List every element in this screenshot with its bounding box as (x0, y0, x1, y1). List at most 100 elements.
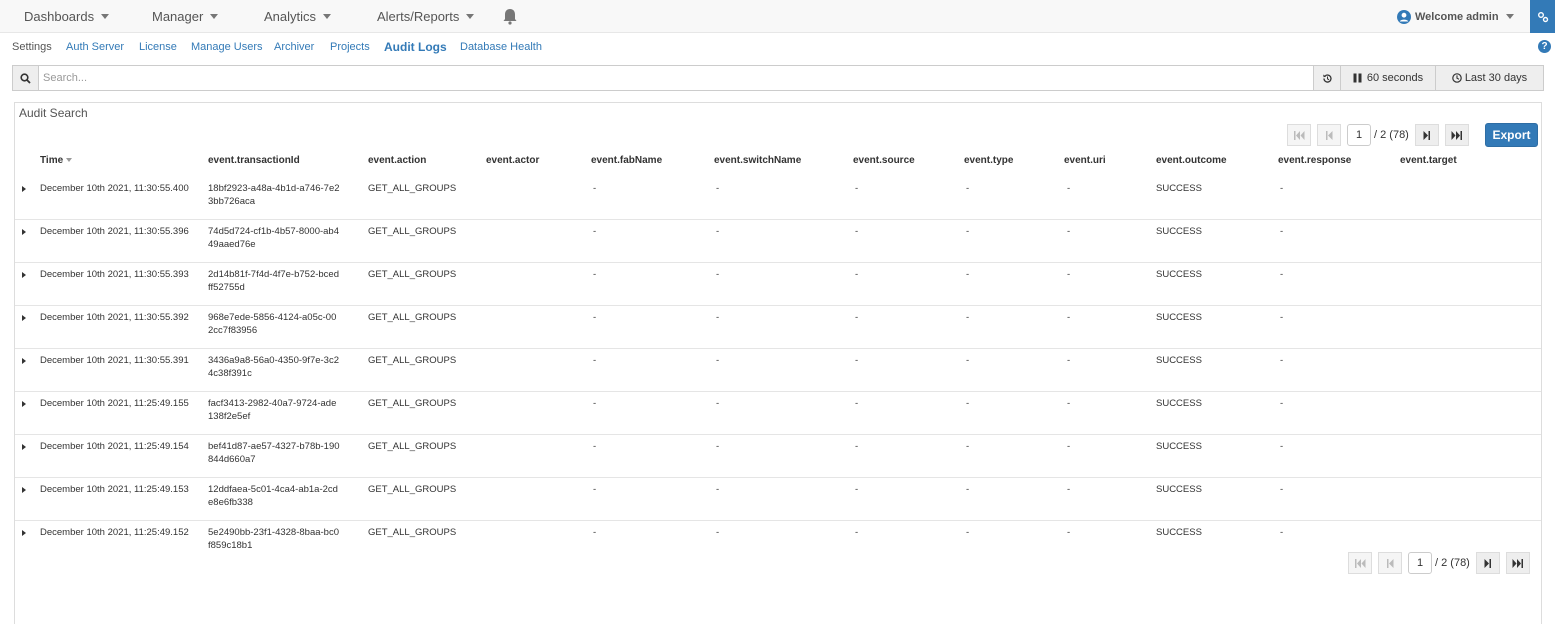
col-fab-name[interactable]: event.fabName (591, 155, 662, 166)
subnav-audit-logs[interactable]: Audit Logs (384, 40, 447, 54)
cell-type: - (966, 484, 970, 495)
menu-analytics[interactable]: Analytics (264, 0, 332, 33)
next-page-button-bottom[interactable] (1475, 552, 1500, 574)
cell-transaction-id: 74d5d724-cf1b-4b57-8000-ab449aaed76e (208, 226, 339, 250)
col-outcome[interactable]: event.outcome (1156, 155, 1227, 166)
cell-fab-name: - (593, 312, 597, 323)
table-row[interactable]: December 10th 2021, 11:30:55.396 74d5d724… (15, 220, 1541, 263)
menu-alerts-label: Alerts/Reports (377, 9, 460, 24)
expand-row-icon[interactable] (22, 358, 26, 364)
expand-row-icon[interactable] (22, 315, 26, 321)
cell-type: - (966, 312, 970, 323)
col-target[interactable]: event.target (1400, 155, 1457, 166)
menu-dashboards[interactable]: Dashboards (24, 0, 110, 33)
export-button[interactable]: Export (1485, 123, 1538, 147)
help-icon[interactable]: ? (1538, 40, 1551, 53)
settings-corner-button[interactable] (1530, 0, 1555, 33)
cell-transaction-id: 968e7ede-5856-4124-a05c-002cc7f83956 (208, 312, 337, 336)
search-icon (20, 72, 31, 84)
subnav-auth-server[interactable]: Auth Server (66, 41, 124, 53)
subnav-database-health[interactable]: Database Health (460, 41, 542, 53)
cell-response: - (1280, 484, 1284, 495)
cell-type: - (966, 527, 970, 538)
cell-outcome: SUCCESS (1156, 441, 1202, 452)
cell-action: GET_ALL_GROUPS (368, 398, 457, 409)
table-row[interactable]: December 10th 2021, 11:30:55.393 2d14b81f… (15, 263, 1541, 306)
cell-uri: - (1067, 527, 1071, 538)
cell-action: GET_ALL_GROUPS (368, 226, 457, 237)
time-range-button[interactable]: Last 30 days (1435, 66, 1543, 90)
table-row[interactable]: December 10th 2021, 11:25:49.152 5e2490bb… (15, 521, 1541, 548)
last-page-icon (1451, 130, 1463, 140)
expand-row-icon[interactable] (22, 229, 26, 235)
table-row[interactable]: December 10th 2021, 11:25:49.153 12ddfaea… (15, 478, 1541, 521)
table-row[interactable]: December 10th 2021, 11:25:49.155 facf3413… (15, 392, 1541, 435)
cell-source: - (855, 355, 859, 366)
subnav-archiver[interactable]: Archiver (274, 41, 314, 53)
cell-time: December 10th 2021, 11:30:55.392 (40, 312, 189, 323)
cell-fab-name: - (593, 441, 597, 452)
col-actor[interactable]: event.actor (486, 155, 539, 166)
expand-row-icon[interactable] (22, 401, 26, 407)
expand-row-icon[interactable] (22, 186, 26, 192)
refresh-interval-button[interactable]: 60 seconds (1340, 66, 1435, 90)
first-page-button[interactable] (1287, 124, 1311, 146)
user-menu[interactable]: Welcome admin (1397, 0, 1514, 33)
last-page-button[interactable] (1444, 124, 1469, 146)
expand-row-icon[interactable] (22, 530, 26, 536)
col-type[interactable]: event.type (964, 155, 1013, 166)
cell-action: GET_ALL_GROUPS (368, 355, 457, 366)
cell-outcome: SUCCESS (1156, 484, 1202, 495)
bell-icon[interactable] (502, 8, 518, 25)
col-switch-name[interactable]: event.switchName (714, 155, 801, 166)
pause-icon (1353, 73, 1362, 83)
cell-response: - (1280, 441, 1284, 452)
table-body: December 10th 2021, 11:30:55.400 18bf2923… (15, 177, 1541, 548)
col-time[interactable]: Time (40, 155, 73, 166)
cell-action: GET_ALL_GROUPS (368, 484, 457, 495)
col-response[interactable]: event.response (1278, 155, 1351, 166)
col-source[interactable]: event.source (853, 155, 915, 166)
cell-time: December 10th 2021, 11:25:49.154 (40, 441, 189, 452)
table-row[interactable]: December 10th 2021, 11:30:55.400 18bf2923… (15, 177, 1541, 220)
search-bar: 60 seconds Last 30 days (12, 65, 1544, 91)
menu-manager[interactable]: Manager (152, 0, 219, 33)
chevron-down-icon (101, 14, 110, 19)
table-row[interactable]: December 10th 2021, 11:30:55.392 968e7ede… (15, 306, 1541, 349)
subnav-projects[interactable]: Projects (330, 41, 370, 53)
col-action[interactable]: event.action (368, 155, 426, 166)
gear-icon (1537, 11, 1548, 22)
cell-outcome: SUCCESS (1156, 398, 1202, 409)
expand-row-icon[interactable] (22, 444, 26, 450)
cell-response: - (1280, 226, 1284, 237)
first-page-icon (1293, 130, 1304, 140)
first-page-icon (1354, 558, 1365, 568)
col-uri[interactable]: event.uri (1064, 155, 1106, 166)
cell-transaction-id: facf3413-2982-40a7-9724-ade138f2e5ef (208, 398, 337, 422)
refresh-history-button[interactable] (1313, 66, 1340, 90)
time-range-label: Last 30 days (1464, 72, 1528, 84)
cell-transaction-id: 2d14b81f-7f4d-4f7e-b752-bcedff52755d (208, 269, 339, 293)
next-page-button[interactable] (1414, 124, 1439, 146)
prev-page-icon (1386, 558, 1393, 568)
page-number-input-bottom[interactable] (1408, 552, 1432, 574)
last-page-button-bottom[interactable] (1505, 552, 1530, 574)
first-page-button-bottom[interactable] (1348, 552, 1372, 574)
table-row[interactable]: December 10th 2021, 11:30:55.391 3436a9a8… (15, 349, 1541, 392)
menu-alerts-reports[interactable]: Alerts/Reports (377, 0, 475, 33)
expand-row-icon[interactable] (22, 487, 26, 493)
search-input[interactable] (43, 70, 1303, 86)
expand-row-icon[interactable] (22, 272, 26, 278)
subnav-manage-users[interactable]: Manage Users (191, 41, 263, 53)
prev-page-button-bottom[interactable] (1378, 552, 1402, 574)
table-row[interactable]: December 10th 2021, 11:25:49.154 bef41d87… (15, 435, 1541, 478)
subnav-settings[interactable]: Settings (12, 41, 52, 53)
cell-time: December 10th 2021, 11:25:49.153 (40, 484, 189, 495)
cell-source: - (855, 484, 859, 495)
subnav-license[interactable]: License (139, 41, 177, 53)
col-transaction-id[interactable]: event.transactionId (208, 155, 300, 166)
page-number-input[interactable] (1347, 124, 1371, 146)
panel-title: Audit Search (19, 106, 88, 120)
prev-page-button[interactable] (1317, 124, 1341, 146)
cell-switch-name: - (716, 484, 720, 495)
